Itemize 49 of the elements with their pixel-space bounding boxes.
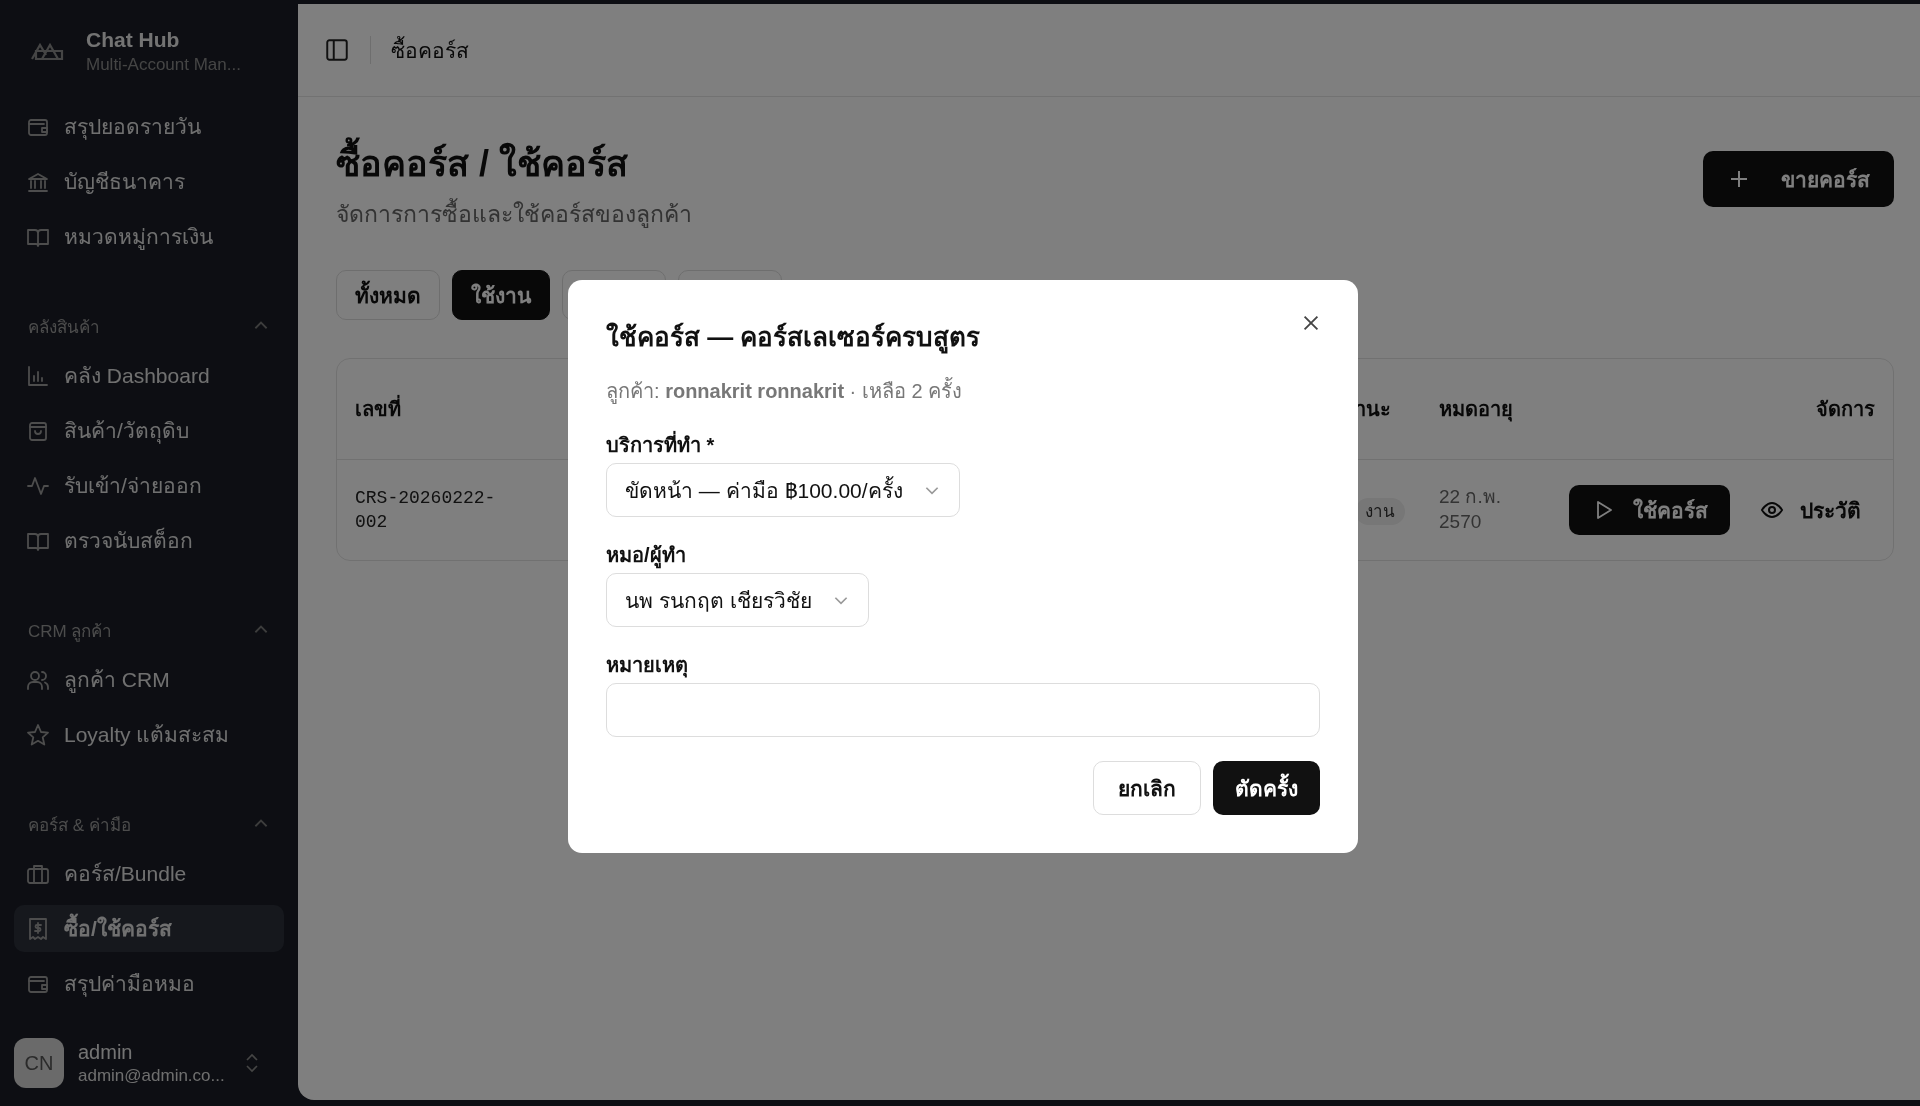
user-name: admin (78, 1040, 134, 1064)
sidebar-item[interactable]: รับเข้า/จ่ายออก (14, 462, 284, 509)
receipt-icon (26, 916, 50, 941)
sidebar-item[interactable]: ซื้อ/ใช้คอร์ส (14, 905, 284, 952)
sidebar-item[interactable]: สรุปค่ามือหมอ (14, 960, 284, 1007)
field-label: หมอ/ผู้ทำ (606, 539, 686, 571)
sidebar-item[interactable]: ตรวจนับสต็อก (14, 517, 284, 564)
field-label: บริการที่ทำ * (606, 429, 715, 461)
page-subtitle: จัดการการซื้อและใช้คอร์สของลูกค้า (336, 196, 692, 232)
page-title: ซื้อคอร์ส / ใช้คอร์ส (336, 135, 692, 192)
section-label: CRM ลูกค้า (28, 620, 113, 644)
app-title: Chat Hub (86, 28, 181, 52)
select-field[interactable]: ขัดหน้า — ค่ามือ ฿100.00/ครั้ง (606, 463, 960, 517)
filter-tab[interactable]: ทั้งหมด (336, 270, 440, 320)
column-header: หมดอายุ (1439, 398, 1513, 420)
avatar: CN (14, 1038, 64, 1088)
column-header: านะ (1355, 398, 1391, 420)
customer-info: ลูกค้า: ronnakrit ronnakrit · เหลือ 2 ครั้ง (606, 375, 1320, 407)
chevrons-icon[interactable] (244, 1051, 260, 1075)
sidebar-item[interactable]: คลัง Dashboard (14, 352, 284, 399)
column-header: จัดการ (1816, 397, 1875, 422)
section-label: คอร์ส & ค่ามือ (28, 814, 131, 837)
sidebar-item[interactable]: หมวดหมู่การเงิน (14, 213, 284, 260)
user-email: admin@admin.co... (78, 1065, 226, 1086)
bar-chart-icon (26, 363, 50, 388)
sidebar-item[interactable]: Loyalty แต้มสะสม (14, 711, 284, 758)
note-field[interactable] (606, 683, 1320, 737)
filter-tab[interactable]: ใช้งาน (452, 270, 550, 320)
cancel-button[interactable]: ยกเลิก (1093, 761, 1201, 815)
confirm-button[interactable]: ตัดครั้ง (1213, 761, 1320, 815)
sell-course-button[interactable]: ขายคอร์ส (1703, 151, 1894, 207)
status-badge: งาน (1355, 497, 1405, 525)
use-course-button[interactable]: ใช้คอร์ส (1569, 485, 1730, 535)
history-button[interactable]: ประวัติ (1746, 485, 1875, 535)
field-label: หมายเหตุ (606, 653, 688, 680)
sidebar-item[interactable]: บัญชีธนาคาร (14, 158, 284, 205)
star-icon (26, 722, 50, 747)
course-number: CRS-20260222-002 (355, 486, 497, 534)
section-label: คลังสินค้า (28, 316, 100, 339)
sidebar-item[interactable]: สินค้า/วัตถุดิบ (14, 407, 284, 454)
sidebar-item[interactable]: ลูกค้า CRM (14, 656, 284, 703)
sidebar-item[interactable]: คอร์ส/Bundle (14, 850, 284, 897)
select-field[interactable]: นพ รนกฤต เชียรวิชัย (606, 573, 869, 627)
sidebar-toggle-icon[interactable] (324, 37, 350, 63)
dialog-title: ใช้คอร์ส — คอร์สเลเซอร์ครบสูตร (606, 321, 981, 356)
app-subtitle: Multi-Account Man... (86, 55, 241, 75)
sidebar-item[interactable]: สรุปยอดรายวัน (14, 103, 284, 150)
breadcrumb: ซื้อคอร์ส (391, 35, 469, 64)
expiry-date: 22 ก.พ. 2570 (1439, 485, 1502, 534)
